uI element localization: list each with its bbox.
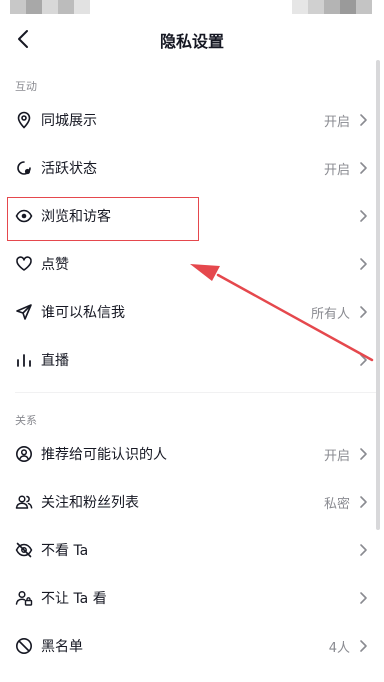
row-recommend-to-known[interactable]: 推荐给可能认识的人 开启 <box>0 430 376 478</box>
row-value: 所有人 <box>310 307 350 322</box>
row-dont-see[interactable]: 不看 Ta <box>0 526 376 574</box>
nav-header: 隐私设置 <box>0 18 384 62</box>
user-lock-icon <box>15 589 33 607</box>
row-label: 浏览和访客 <box>41 209 111 225</box>
row-label: 关注和粉丝列表 <box>41 495 139 511</box>
status-blur <box>58 0 74 14</box>
row-label: 不让 Ta 看 <box>41 591 107 607</box>
row-label: 活跃状态 <box>41 161 97 177</box>
row-label: 黑名单 <box>41 639 83 655</box>
chevron-right-icon <box>360 114 367 126</box>
chevron-right-icon <box>360 544 367 556</box>
row-value: 开启 <box>323 163 350 178</box>
row-value: 开启 <box>323 115 350 130</box>
status-blur <box>340 0 356 14</box>
status-bar <box>0 0 384 14</box>
status-blur <box>292 0 308 14</box>
section-label-relations: 关系 <box>15 414 37 427</box>
chevron-right-icon <box>360 258 367 270</box>
user-circle-icon <box>15 445 33 463</box>
eye-icon <box>15 207 33 225</box>
status-blur <box>74 0 90 14</box>
block-icon <box>15 637 33 655</box>
page-title: 隐私设置 <box>159 32 224 51</box>
chevron-right-icon <box>360 354 367 366</box>
status-blur <box>324 0 340 14</box>
section-divider <box>15 392 376 393</box>
row-likes[interactable]: 点赞 <box>0 240 376 288</box>
users-icon <box>15 493 33 511</box>
chevron-right-icon <box>360 162 367 174</box>
row-dont-let-see[interactable]: 不让 Ta 看 <box>0 574 376 622</box>
scrollbar[interactable] <box>376 60 380 530</box>
eye-off-icon <box>15 541 33 559</box>
status-blur <box>10 0 26 14</box>
chevron-right-icon <box>360 640 367 652</box>
row-value: 私密 <box>323 497 350 512</box>
send-icon <box>15 303 33 321</box>
status-blur <box>42 0 58 14</box>
bars-icon <box>15 351 33 369</box>
row-value: 4人 <box>328 641 350 656</box>
location-pin-icon <box>15 111 33 129</box>
row-value: 开启 <box>323 449 350 464</box>
chevron-right-icon <box>360 210 367 222</box>
chevron-right-icon <box>360 306 367 318</box>
row-label: 同城展示 <box>41 113 97 129</box>
row-blacklist[interactable]: 黑名单 4人 <box>0 622 376 670</box>
chevron-right-icon <box>360 496 367 508</box>
status-blur <box>308 0 324 14</box>
row-who-can-message[interactable]: 谁可以私信我 所有人 <box>0 288 376 336</box>
row-label: 点赞 <box>41 257 69 273</box>
heart-icon <box>15 255 33 273</box>
status-blur <box>356 0 372 14</box>
row-same-city[interactable]: 同城展示 开启 <box>0 96 376 144</box>
row-active-status[interactable]: 活跃状态 开启 <box>0 144 376 192</box>
chevron-right-icon <box>360 592 367 604</box>
row-label: 谁可以私信我 <box>41 305 125 321</box>
row-live[interactable]: 直播 <box>0 336 376 384</box>
row-label: 直播 <box>41 353 69 369</box>
active-status-icon <box>15 159 33 177</box>
row-browse-visitors[interactable]: 浏览和访客 <box>0 192 376 240</box>
row-label: 推荐给可能认识的人 <box>41 447 167 463</box>
chevron-right-icon <box>360 448 367 460</box>
row-label: 不看 Ta <box>41 543 89 559</box>
row-follow-fans-list[interactable]: 关注和粉丝列表 私密 <box>0 478 376 526</box>
section-label-interaction: 互动 <box>15 80 37 93</box>
status-blur <box>26 0 42 14</box>
